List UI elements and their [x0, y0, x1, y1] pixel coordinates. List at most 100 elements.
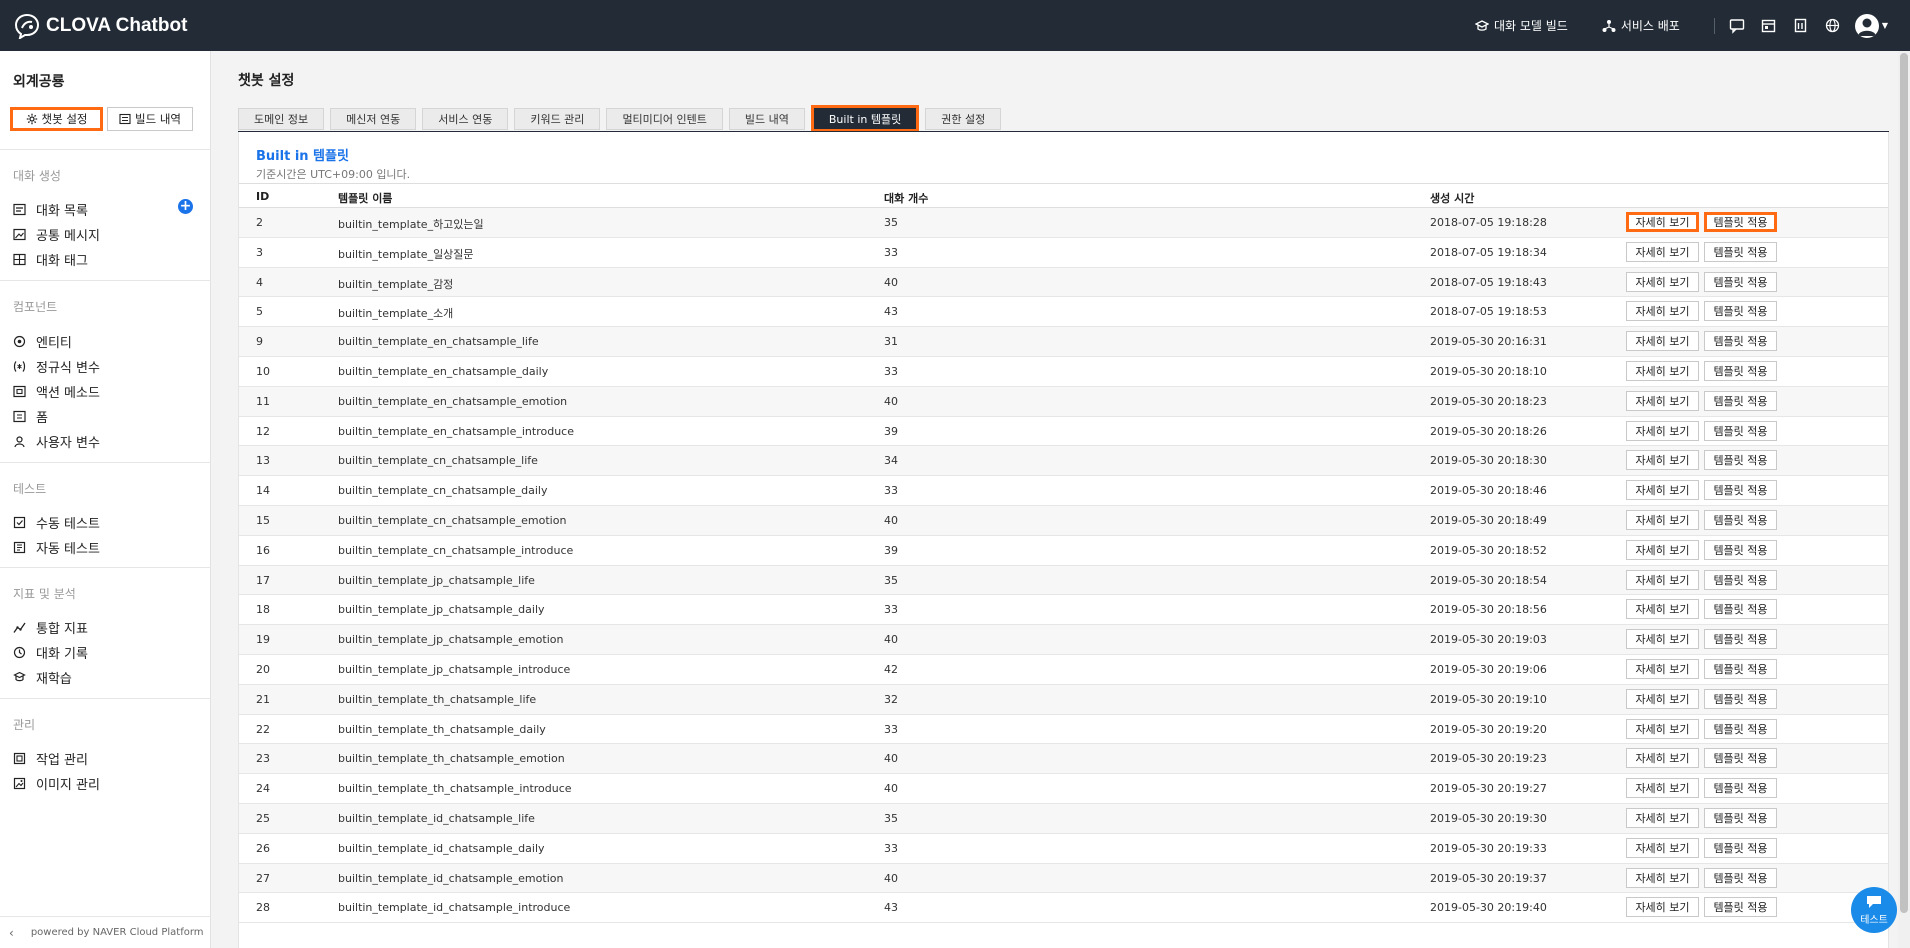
sidebar-item-common-message[interactable]: 공통 메시지 [13, 225, 100, 244]
apply-template-button[interactable]: 템플릿 적용 [1704, 360, 1777, 381]
user-menu[interactable]: ▼ [1854, 13, 1888, 38]
cell-id: 17 [256, 573, 270, 587]
apply-template-button[interactable]: 템플릿 적용 [1704, 897, 1777, 918]
sidebar-item-entity[interactable]: 엔티티 [13, 332, 72, 351]
apply-template-button[interactable]: 템플릿 적용 [1704, 390, 1777, 411]
table-row: 11 builtin_template_en_chatsample_emotion… [239, 386, 1888, 417]
apply-template-button[interactable]: 템플릿 적용 [1704, 450, 1777, 471]
view-detail-button[interactable]: 자세히 보기 [1626, 212, 1699, 232]
model-build-link[interactable]: 대화 모델 빌드 [1474, 17, 1568, 34]
apply-template-button[interactable]: 템플릿 적용 [1704, 658, 1777, 679]
sidebar-item-label: 사용자 변수 [36, 436, 100, 451]
table-row: 17 builtin_template_jp_chatsample_life 35 2… [239, 565, 1888, 596]
view-detail-button[interactable]: 자세히 보기 [1626, 241, 1699, 262]
service-deploy-link[interactable]: 서비스 배포 [1602, 17, 1680, 34]
apply-template-button[interactable]: 템플릿 적용 [1704, 212, 1777, 232]
apply-template-button[interactable]: 템플릿 적용 [1704, 301, 1777, 322]
apply-template-button[interactable]: 템플릿 적용 [1704, 241, 1777, 262]
view-detail-button[interactable]: 자세히 보기 [1626, 539, 1699, 560]
apply-template-button[interactable]: 템플릿 적용 [1704, 539, 1777, 560]
view-detail-button[interactable]: 자세히 보기 [1626, 778, 1699, 799]
apply-template-button[interactable]: 템플릿 적용 [1704, 718, 1777, 739]
sidebar-item-manual-test[interactable]: 수동 테스트 [13, 513, 100, 532]
chat-button[interactable] [1727, 16, 1747, 36]
chatbot-settings-button[interactable]: 챗봇 설정 [10, 107, 103, 131]
apply-template-button[interactable]: 템플릿 적용 [1704, 837, 1777, 858]
language-button[interactable] [1823, 16, 1843, 36]
test-chat-button[interactable]: 테스트 [1851, 887, 1897, 933]
apply-template-button[interactable]: 템플릿 적용 [1704, 807, 1777, 828]
cell-created-time: 2019-05-30 20:18:49 [1430, 513, 1547, 527]
scrollbar-thumb[interactable] [1900, 53, 1908, 913]
tab-build-history[interactable]: 빌드 내역 [728, 108, 805, 130]
tab-service[interactable]: 서비스 연동 [422, 108, 509, 130]
apply-template-button[interactable]: 템플릿 적용 [1704, 778, 1777, 799]
view-detail-button[interactable]: 자세히 보기 [1626, 271, 1699, 292]
view-detail-button[interactable]: 자세히 보기 [1626, 658, 1699, 679]
apply-template-button[interactable]: 템플릿 적용 [1704, 569, 1777, 590]
apply-template-button[interactable]: 템플릿 적용 [1704, 331, 1777, 352]
apply-template-button[interactable]: 템플릿 적용 [1704, 420, 1777, 441]
cell-id: 23 [256, 752, 270, 766]
sidebar-item-dialog-history[interactable]: 대화 기록 [13, 643, 88, 662]
sidebar-item-user-variable[interactable]: 사용자 변수 [13, 432, 100, 451]
tab-domain-info[interactable]: 도메인 정보 [238, 108, 325, 130]
tab-builtin-template[interactable]: Built in 템플릿 [810, 105, 920, 132]
apply-template-button[interactable]: 템플릿 적용 [1704, 688, 1777, 709]
document-button[interactable] [1791, 16, 1811, 36]
section-title-analytics: 지표 및 분석 [13, 587, 76, 601]
sidebar-item-form[interactable]: 폼 [13, 407, 48, 426]
apply-template-button[interactable]: 템플릿 적용 [1704, 271, 1777, 292]
tab-permission[interactable]: 권한 설정 [925, 108, 1002, 130]
view-detail-button[interactable]: 자세히 보기 [1626, 450, 1699, 471]
apply-template-button[interactable]: 템플릿 적용 [1704, 867, 1777, 888]
view-detail-button[interactable]: 자세히 보기 [1626, 301, 1699, 322]
sidebar-item-auto-test[interactable]: 자동 테스트 [13, 538, 100, 557]
view-detail-button[interactable]: 자세히 보기 [1626, 480, 1699, 501]
apply-template-button[interactable]: 템플릿 적용 [1704, 748, 1777, 769]
view-detail-button[interactable]: 자세히 보기 [1626, 390, 1699, 411]
tab-keyword[interactable]: 키워드 관리 [514, 108, 601, 130]
view-detail-button[interactable]: 자세히 보기 [1626, 748, 1699, 769]
sidebar-item-integrated-metrics[interactable]: 통합 지표 [13, 618, 88, 637]
apply-template-button[interactable]: 템플릿 적용 [1704, 629, 1777, 650]
sidebar-item-label: 통합 지표 [36, 622, 88, 637]
view-detail-button[interactable]: 자세히 보기 [1626, 837, 1699, 858]
sidebar-item-dialog-tag[interactable]: 대화 태그 [13, 250, 88, 269]
cell-dialog-count: 35 [884, 811, 898, 825]
view-detail-button[interactable]: 자세히 보기 [1626, 897, 1699, 918]
view-detail-button[interactable]: 자세히 보기 [1626, 569, 1699, 590]
view-detail-button[interactable]: 자세히 보기 [1626, 629, 1699, 650]
calendar-button[interactable] [1759, 16, 1779, 36]
cell-id: 21 [256, 692, 270, 706]
add-dialog-button[interactable]: + [178, 199, 193, 214]
apply-template-button[interactable]: 템플릿 적용 [1704, 509, 1777, 530]
apply-template-button[interactable]: 템플릿 적용 [1704, 599, 1777, 620]
build-history-button[interactable]: 빌드 내역 [107, 107, 193, 131]
sidebar-item-dialog-list[interactable]: 대화 목록 [13, 200, 88, 219]
view-detail-button[interactable]: 자세히 보기 [1626, 331, 1699, 352]
view-detail-button[interactable]: 자세히 보기 [1626, 807, 1699, 828]
view-detail-button[interactable]: 자세히 보기 [1626, 509, 1699, 530]
collapse-sidebar-icon[interactable]: ‹ [9, 926, 14, 940]
sidebar-item-regex-variable[interactable]: 정규식 변수 [13, 357, 100, 376]
sidebar-item-action-method[interactable]: 액션 메소드 [13, 382, 100, 401]
view-detail-button[interactable]: 자세히 보기 [1626, 688, 1699, 709]
sidebar-item-task-management[interactable]: 작업 관리 [13, 749, 88, 768]
cell-dialog-count: 34 [884, 454, 898, 468]
view-detail-button[interactable]: 자세히 보기 [1626, 599, 1699, 620]
apply-template-button[interactable]: 템플릿 적용 [1704, 480, 1777, 501]
page-scrollbar[interactable] [1898, 51, 1910, 948]
logo[interactable]: CLOVA Chatbot [14, 13, 187, 39]
view-detail-button[interactable]: 자세히 보기 [1626, 420, 1699, 441]
sidebar-item-image-management[interactable]: 이미지 관리 [13, 774, 100, 793]
sidebar-item-relearn[interactable]: 재학습 [13, 668, 72, 687]
table-row: 5 builtin_template_소개 43 2018-07-05 19:18:5… [239, 297, 1888, 328]
view-detail-button[interactable]: 자세히 보기 [1626, 360, 1699, 381]
view-detail-button[interactable]: 자세히 보기 [1626, 718, 1699, 739]
view-detail-button[interactable]: 자세히 보기 [1626, 867, 1699, 888]
tab-messenger[interactable]: 메신저 연동 [330, 108, 417, 130]
cell-dialog-count: 40 [884, 394, 898, 408]
tab-multimedia-intent[interactable]: 멀티미디어 인텐트 [606, 108, 723, 130]
cell-id: 11 [256, 394, 270, 408]
